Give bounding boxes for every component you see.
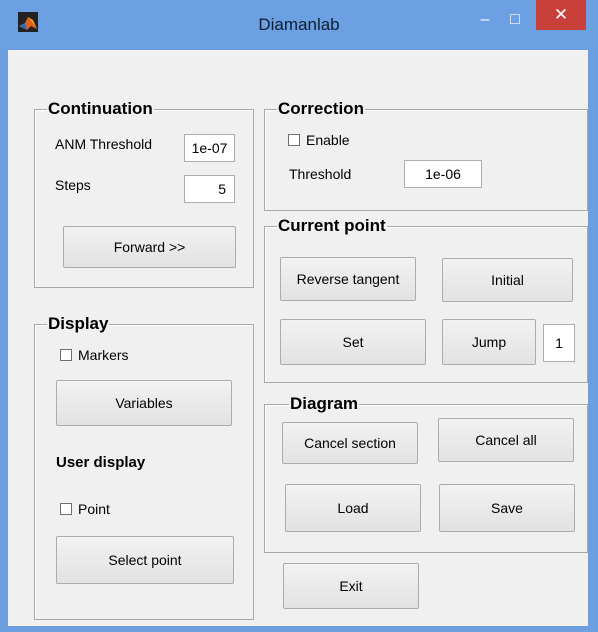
maximize-button[interactable]: □ xyxy=(500,6,530,34)
initial-button[interactable]: Initial xyxy=(442,258,573,302)
display-title: Display xyxy=(48,314,109,333)
point-label: Point xyxy=(78,501,110,517)
reverse-tangent-button[interactable]: Reverse tangent xyxy=(280,257,416,301)
anm-threshold-label: ANM Threshold xyxy=(55,136,153,152)
client-area: Continuation ANM Threshold 1e-07 Steps 5… xyxy=(8,50,588,626)
point-checkbox-box[interactable] xyxy=(60,503,72,515)
enable-checkbox[interactable]: Enable xyxy=(288,132,350,148)
markers-label: Markers xyxy=(78,347,129,363)
enable-label: Enable xyxy=(306,132,350,148)
jump-button[interactable]: Jump xyxy=(442,319,536,365)
cancel-section-button[interactable]: Cancel section xyxy=(282,422,418,464)
minimize-button[interactable]: – xyxy=(470,6,500,34)
close-button[interactable]: ✕ xyxy=(536,0,586,30)
set-button[interactable]: Set xyxy=(280,319,426,365)
markers-checkbox[interactable]: Markers xyxy=(60,347,129,363)
save-button[interactable]: Save xyxy=(439,484,575,532)
app-window: Diamanlab – □ ✕ Continuation ANM Thresho… xyxy=(0,0,598,632)
current-point-title: Current point xyxy=(278,216,386,235)
variables-button[interactable]: Variables xyxy=(56,380,232,426)
correction-panel: Correction xyxy=(264,100,588,211)
markers-checkbox-box[interactable] xyxy=(60,349,72,361)
title-bar[interactable]: Diamanlab – □ ✕ xyxy=(0,0,598,50)
jump-input[interactable]: 1 xyxy=(543,324,575,362)
diagram-title: Diagram xyxy=(290,394,359,413)
steps-input[interactable]: 5 xyxy=(184,175,235,203)
anm-threshold-input[interactable]: 1e-07 xyxy=(184,134,235,162)
continuation-title: Continuation xyxy=(48,99,153,118)
point-checkbox[interactable]: Point xyxy=(60,501,110,517)
forward-button[interactable]: Forward >> xyxy=(63,226,236,268)
correction-threshold-input[interactable]: 1e-06 xyxy=(404,160,482,188)
steps-label: Steps xyxy=(55,177,91,193)
user-display-label: User display xyxy=(56,454,146,471)
correction-title: Correction xyxy=(278,99,364,118)
select-point-button[interactable]: Select point xyxy=(56,536,234,584)
exit-button[interactable]: Exit xyxy=(283,563,419,609)
load-button[interactable]: Load xyxy=(285,484,421,532)
cancel-all-button[interactable]: Cancel all xyxy=(438,418,574,462)
enable-checkbox-box[interactable] xyxy=(288,134,300,146)
correction-threshold-label: Threshold xyxy=(289,166,352,182)
